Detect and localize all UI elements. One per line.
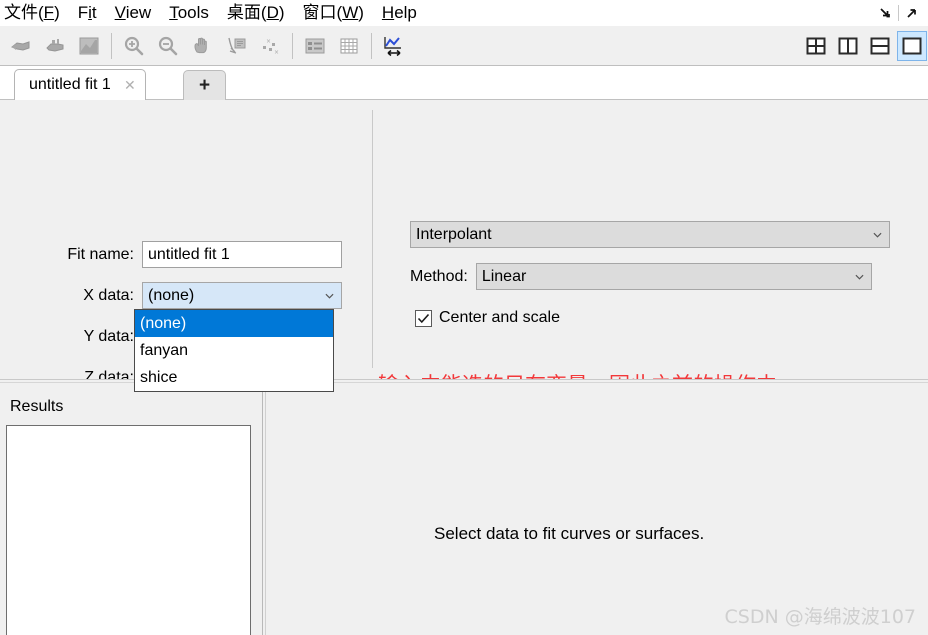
menu-file-pre: 文件( <box>4 3 44 22</box>
menu-item-view[interactable]: View <box>106 0 161 26</box>
next-fit-icon[interactable] <box>39 29 71 63</box>
x-data-row: X data: (none) <box>42 282 342 309</box>
undock-arrow-icon[interactable] <box>902 2 922 24</box>
tab-untitled-fit-1[interactable]: untitled fit 1 ✕ <box>14 69 146 100</box>
menu-file-mnemonic: F <box>43 3 55 22</box>
menu-window-pre: 窗口( <box>302 3 343 22</box>
menu-fit-post: t <box>91 3 97 22</box>
menu-help-post: elp <box>394 3 417 22</box>
menu-tools-post: ools <box>177 3 209 22</box>
menu-view-mnemonic: V <box>114 3 126 22</box>
toolbar: × × <box>0 26 928 66</box>
menu-desktop-post: ) <box>278 3 285 22</box>
toolbar-divider-1 <box>111 32 112 59</box>
fit-type-combobox[interactable]: Interpolant <box>410 221 890 248</box>
tab-label: untitled fit 1 <box>29 76 111 93</box>
tab-strip: untitled fit 1 ✕ + <box>0 66 928 100</box>
previous-fit-icon[interactable] <box>5 29 37 63</box>
fit-name-label: Fit name: <box>67 245 134 263</box>
fit-name-row: Fit name: untitled fit 1 <box>42 241 342 268</box>
menu-desktop-mnemonic: D <box>266 3 279 22</box>
menu-item-window[interactable]: 窗口(W) <box>294 0 373 26</box>
x-data-value: (none) <box>148 286 195 304</box>
menu-help-mnemonic: H <box>381 3 395 22</box>
menu-desktop-pre: 桌面( <box>226 3 267 22</box>
layout-two-rows-icon[interactable] <box>865 31 895 61</box>
layout-single-icon[interactable] <box>897 30 927 61</box>
chevron-down-icon <box>855 274 864 280</box>
config-vertical-divider <box>372 110 373 368</box>
layout-quad-icon[interactable] <box>801 31 831 61</box>
method-combobox[interactable]: Linear <box>475 263 872 290</box>
menu-item-fit[interactable]: Fit <box>69 0 106 26</box>
results-textarea[interactable] <box>6 425 251 635</box>
method-row: Method: Linear <box>410 263 872 290</box>
lower-area: Results Select data to fit curves or sur… <box>0 379 928 635</box>
x-data-label: X data: <box>83 286 134 304</box>
menu-item-help[interactable]: Help <box>373 0 426 26</box>
toolbar-divider-2 <box>292 32 293 59</box>
add-fit-button[interactable]: + <box>183 70 226 100</box>
menu-window-mnemonic: W <box>342 3 359 22</box>
lower-vertical-divider-1[interactable] <box>262 384 263 635</box>
plot-placeholder-message: Select data to fit curves or surfaces. <box>434 524 705 543</box>
data-cursor-icon[interactable] <box>220 29 252 63</box>
fit-configuration-panel: Fit name: untitled fit 1 X data: (none) … <box>0 100 928 432</box>
pan-icon[interactable] <box>186 29 218 63</box>
watermark: CSDN @海绵波波107 <box>724 606 916 628</box>
lower-vertical-divider-2 <box>265 384 266 635</box>
dropdown-option-fanyan[interactable]: fanyan <box>135 337 333 364</box>
y-data-label: Y data: <box>83 327 134 345</box>
grid-icon[interactable] <box>333 29 365 63</box>
chevron-down-icon <box>325 293 334 299</box>
zoom-in-icon[interactable] <box>118 29 150 63</box>
center-and-scale-checkbox[interactable] <box>415 309 432 327</box>
menu-file-post: ) <box>54 3 60 22</box>
fit-type-value: Interpolant <box>416 225 492 243</box>
menu-window-post: ) <box>358 3 364 22</box>
x-data-dropdown-list[interactable]: (none) fanyan shice <box>134 309 334 392</box>
menu-fit-pre: F <box>77 3 89 22</box>
x-data-combobox[interactable]: (none) <box>142 282 342 309</box>
check-icon <box>417 313 430 323</box>
svg-text:×: × <box>266 38 271 45</box>
dropdown-option-shice[interactable]: shice <box>135 364 333 391</box>
menu-item-tools[interactable]: Tools <box>160 0 218 26</box>
dock-arrow-icon[interactable] <box>875 2 895 24</box>
fit-name-input[interactable]: untitled fit 1 <box>142 241 342 268</box>
legend-icon[interactable] <box>299 29 331 63</box>
results-title: Results <box>10 398 64 415</box>
center-and-scale-row[interactable]: Center and scale <box>415 309 560 327</box>
toolbar-divider-3 <box>371 32 372 59</box>
menu-item-desktop[interactable]: 桌面(D) <box>218 0 294 26</box>
matlab-curve-fitting-app: 文件(F) Fit View Tools 桌面(D) 窗口(W) Help × … <box>0 0 928 635</box>
menu-item-file[interactable]: 文件(F) <box>0 0 69 26</box>
close-icon[interactable]: ✕ <box>123 77 137 93</box>
menu-bar: 文件(F) Fit View Tools 桌面(D) 窗口(W) Help <box>0 0 928 26</box>
plot-pane: Select data to fit curves or surfaces. C… <box>267 384 928 635</box>
method-value: Linear <box>481 267 527 285</box>
results-pane: Results <box>0 384 258 635</box>
layout-two-columns-icon[interactable] <box>833 31 863 61</box>
axes-limits-icon[interactable] <box>378 29 410 63</box>
zoom-out-icon[interactable] <box>152 29 184 63</box>
dropdown-option-none[interactable]: (none) <box>135 310 333 337</box>
menu-view-post: iew <box>125 3 152 22</box>
menubar-divider <box>898 5 899 21</box>
svg-text:×: × <box>274 49 279 56</box>
exclude-outliers-icon[interactable]: × × <box>254 29 286 63</box>
center-and-scale-label: Center and scale <box>439 309 560 326</box>
menu-tools-mnemonic: T <box>169 3 178 22</box>
print-to-figure-icon[interactable] <box>73 29 105 63</box>
method-label: Method: <box>410 267 468 285</box>
chevron-down-icon <box>873 232 882 238</box>
